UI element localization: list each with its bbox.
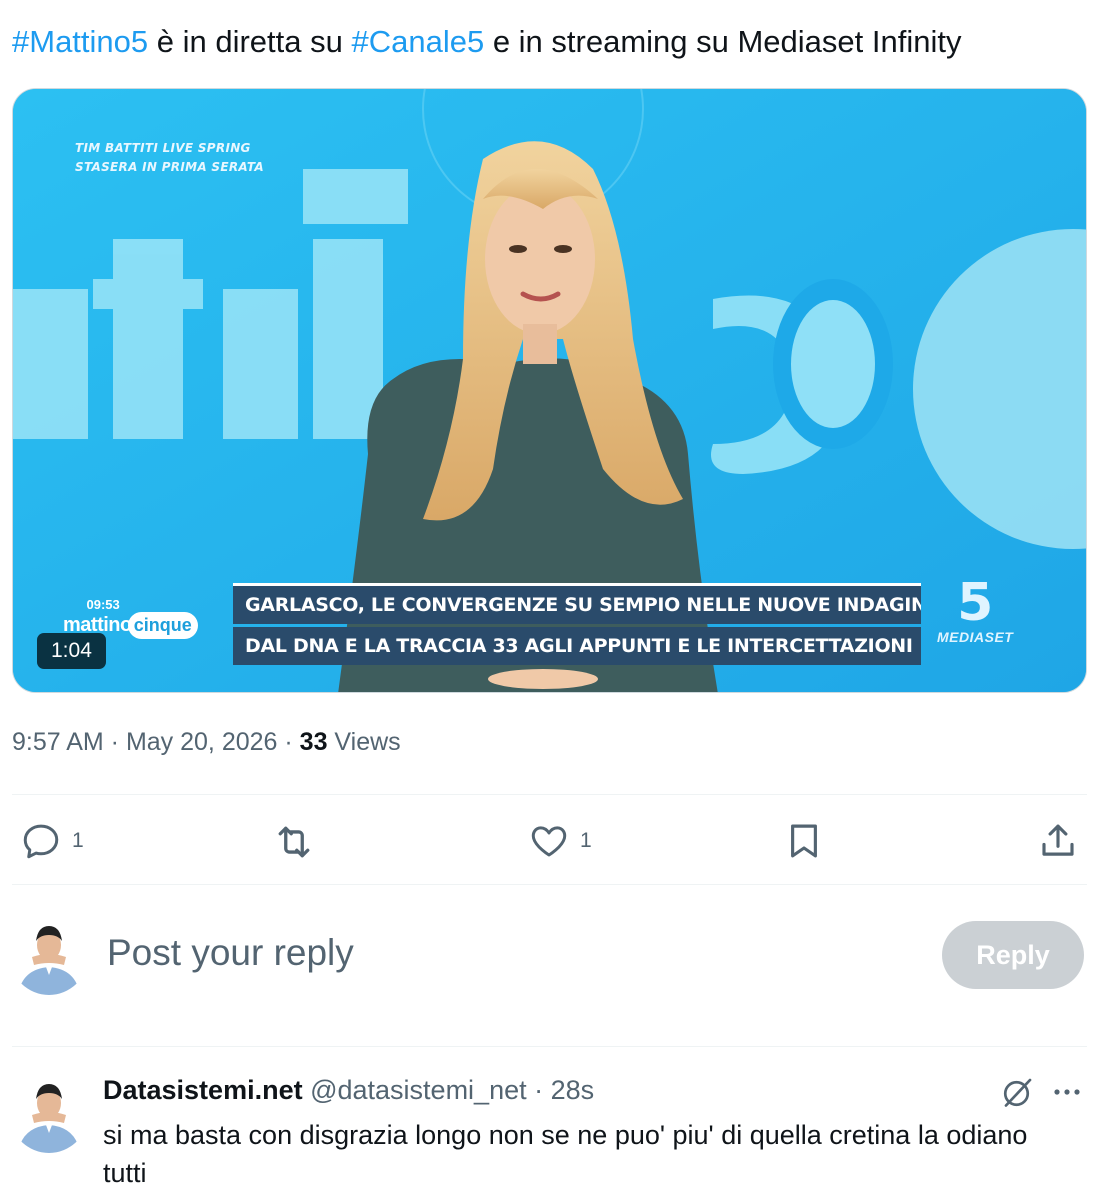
reply-author-name[interactable]: Datasistemi.net	[103, 1075, 303, 1105]
reply-author-avatar[interactable]	[10, 1075, 88, 1153]
news-ticker: GARLASCO, LE CONVERGENZE SU SEMPIO NELLE…	[233, 583, 921, 670]
more-options-icon[interactable]	[1051, 1080, 1083, 1104]
show-clock: 09:53	[86, 597, 120, 612]
reply-header: Datasistemi.net @datasistemi_net · 28s	[103, 1075, 594, 1106]
bookmark-icon	[791, 824, 817, 858]
ticker-top-bar	[233, 583, 921, 586]
reply-timestamp[interactable]: 28s	[551, 1075, 595, 1105]
retweet-button[interactable]	[272, 820, 316, 864]
share-button[interactable]	[1037, 820, 1079, 862]
logo-cinque: cinque	[127, 612, 198, 639]
promo-line-1: TIM BATTITI LIVE SPRING	[75, 141, 251, 155]
reply-submit-button[interactable]: Reply	[942, 921, 1084, 989]
divider	[12, 884, 1087, 885]
ticker-line-1: GARLASCO, LE CONVERGENZE SU SEMPIO NELLE…	[233, 586, 921, 624]
avatar-image	[10, 917, 88, 995]
ticker-line-2: DAL DNA E LA TRACCIA 33 AGLI APPUNTI E L…	[233, 627, 921, 665]
tweet-date[interactable]: May 20, 2026	[126, 728, 278, 756]
divider	[12, 1046, 1087, 1047]
meta-separator: ·	[277, 728, 300, 756]
grok-icon[interactable]	[1000, 1074, 1036, 1110]
channel-logo: 5 MEDIASET	[937, 577, 1013, 645]
tweet-time[interactable]: 9:57 AM	[12, 728, 104, 756]
hashtag-canale5[interactable]: #Canale5	[351, 24, 484, 59]
like-count: 1	[580, 829, 592, 852]
reply-input[interactable]: Post your reply	[107, 932, 354, 974]
reply-text: si ma basta con disgrazia longo non se n…	[103, 1120, 1028, 1188]
views-count: 33	[299, 728, 328, 756]
meta-separator: ·	[103, 728, 126, 756]
channel-label: MEDIASET	[937, 629, 1014, 645]
action-bar: 1 1	[0, 800, 1099, 884]
bookmark-button[interactable]	[783, 820, 825, 862]
promo-overlay: TIM BATTITI LIVE SPRING STASERA IN PRIMA…	[75, 139, 264, 177]
reply-icon	[23, 824, 59, 859]
channel-number: 5	[957, 573, 994, 633]
reply-count: 1	[72, 829, 84, 852]
avatar-image	[10, 1075, 88, 1153]
tweet-text-part1: è in diretta su	[148, 24, 352, 59]
reply-author-handle[interactable]: @datasistemi_net	[310, 1075, 527, 1105]
views-label: Views	[327, 728, 401, 756]
tweet-text: #Mattino5 è in diretta su #Canale5 e in …	[12, 22, 1092, 62]
divider	[12, 794, 1087, 795]
video-player[interactable]: TIM BATTITI LIVE SPRING STASERA IN PRIMA…	[12, 88, 1087, 693]
share-icon	[1042, 824, 1074, 856]
tweet-meta: 9:57 AM · May 20, 2026 · 33 Views	[12, 728, 401, 757]
reply-button[interactable]: 1	[20, 820, 84, 862]
user-avatar[interactable]	[10, 917, 88, 995]
like-button[interactable]: 1	[528, 820, 592, 862]
heart-icon	[531, 826, 567, 857]
video-duration: 1:04	[37, 633, 106, 669]
reply-separator: ·	[526, 1075, 551, 1105]
promo-line-2: STASERA IN PRIMA SERATA	[75, 160, 264, 174]
retweet-icon	[278, 826, 310, 858]
tweet-text-part2: e in streaming su Mediaset Infinity	[484, 24, 962, 59]
hashtag-mattino5[interactable]: #Mattino5	[12, 24, 148, 59]
